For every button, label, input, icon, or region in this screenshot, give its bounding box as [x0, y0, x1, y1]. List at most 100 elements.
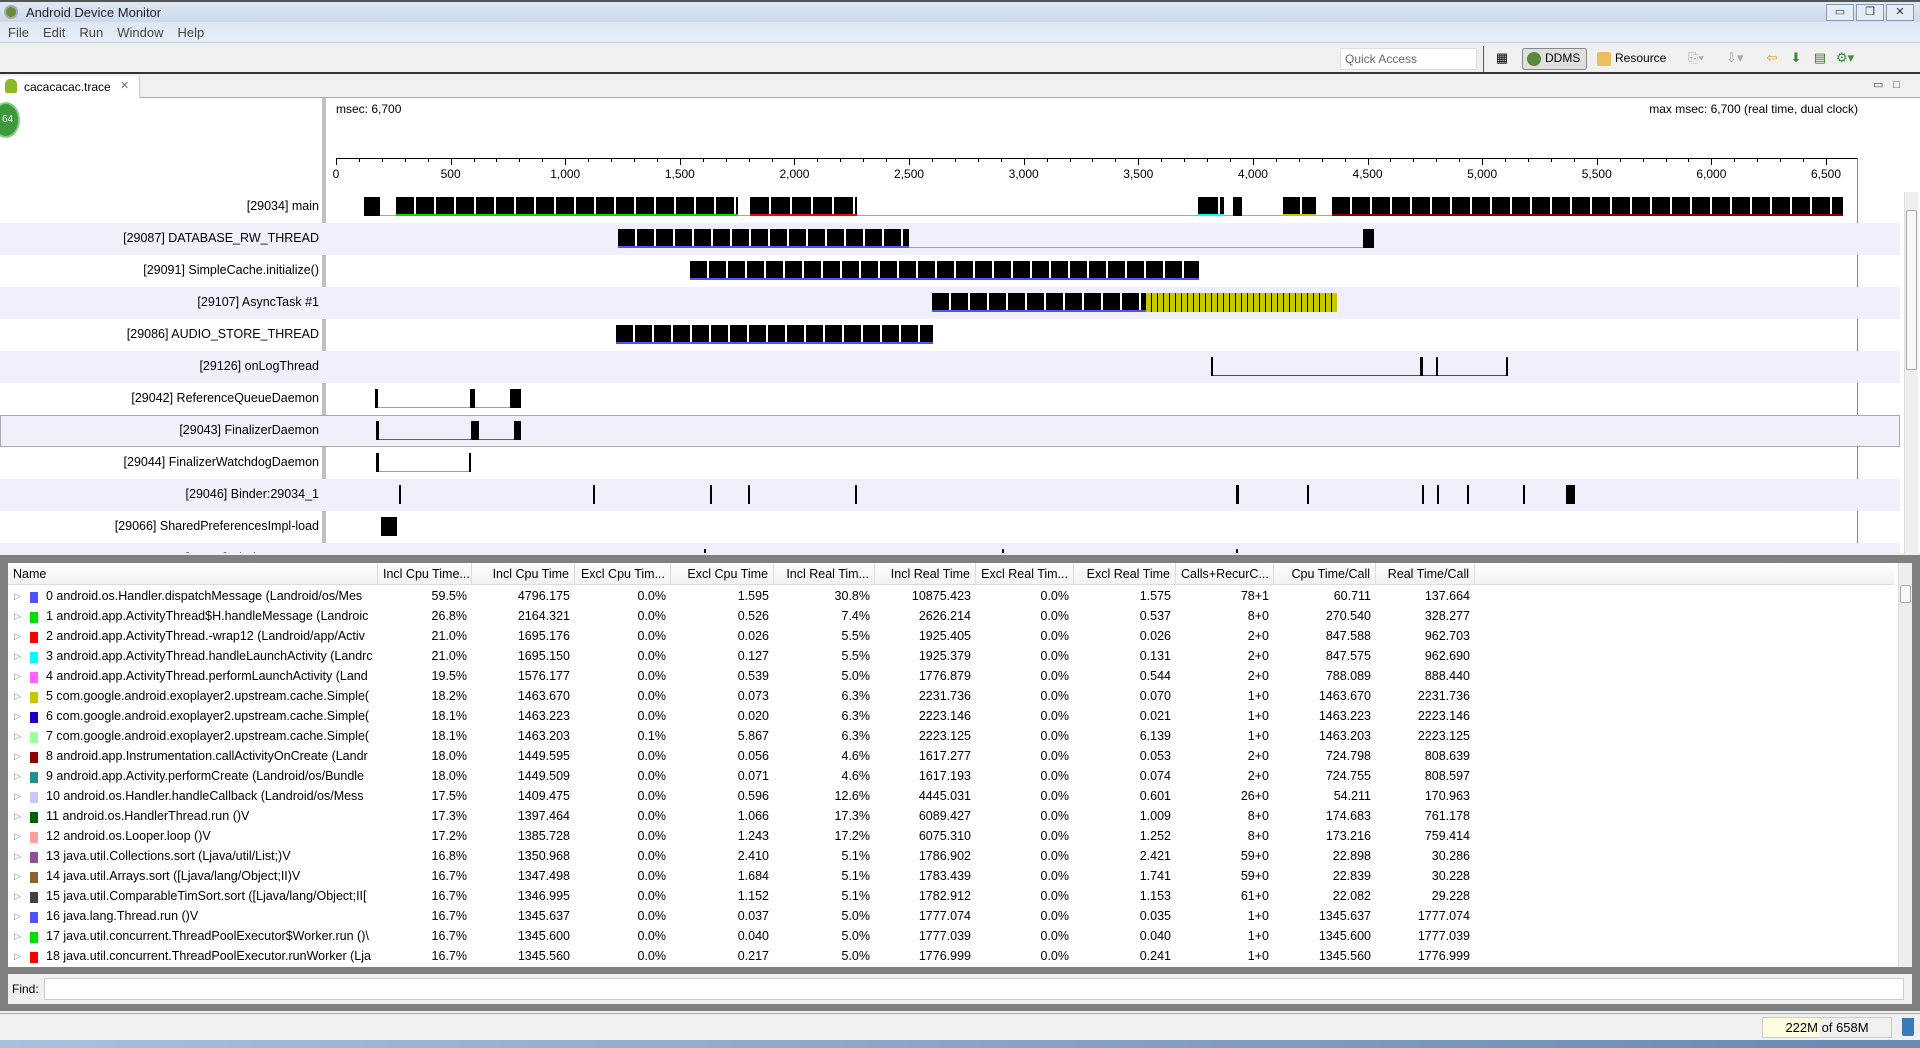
minimize-button[interactable]: ▭: [1826, 4, 1854, 21]
thread-segment[interactable]: [363, 197, 380, 216]
table-row[interactable]: ▷ 16 java.lang.Thread.run ()V 16.7% 1345.63…: [8, 906, 1894, 926]
thread-segment[interactable]: [618, 229, 909, 248]
table-row[interactable]: ▷ 0 android.os.Handler.dispatchMessage (L…: [8, 586, 1894, 606]
garbage-collect-icon[interactable]: [1902, 1018, 1914, 1036]
update-heap-icon[interactable]: ▤: [1812, 50, 1828, 66]
expand-arrow-icon[interactable]: ▷: [14, 671, 21, 682]
tab-trace-file[interactable]: cacacacac.trace ✕: [0, 76, 140, 98]
thread-segment[interactable]: [1506, 357, 1509, 376]
thread-segment[interactable]: [749, 197, 858, 216]
column-header[interactable]: Excl Real Time: [1074, 563, 1176, 585]
menu-help[interactable]: Help: [177, 25, 204, 40]
table-row[interactable]: ▷ 4 android.app.ActivityThread.performLau…: [8, 666, 1894, 686]
thread-segment[interactable]: [510, 389, 521, 408]
thread-segment[interactable]: [469, 389, 475, 408]
thread-segment[interactable]: [1197, 197, 1225, 216]
expand-arrow-icon[interactable]: ▷: [14, 611, 21, 622]
close-tab-icon[interactable]: ✕: [120, 79, 129, 92]
thread-segment[interactable]: [748, 485, 751, 504]
thread-row[interactable]: [29044] FinalizerWatchdogDaemon: [0, 447, 1900, 479]
thread-segment[interactable]: [1420, 357, 1423, 376]
table-row[interactable]: ▷ 1 android.app.ActivityThread$H.handleMe…: [8, 606, 1894, 626]
table-row[interactable]: ▷ 9 android.app.Activity.performCreate (L…: [8, 766, 1894, 786]
expand-arrow-icon[interactable]: ▷: [14, 591, 21, 602]
column-header[interactable]: Excl Cpu Time: [671, 563, 774, 585]
table-row[interactable]: ▷ 12 android.os.Looper.loop ()V 17.2% 1385.…: [8, 826, 1894, 846]
column-header[interactable]: Incl Cpu Time: [472, 563, 575, 585]
thread-segment[interactable]: [1283, 197, 1317, 216]
table-scrollbar[interactable]: [1898, 563, 1912, 967]
thread-segment[interactable]: [616, 325, 933, 344]
thread-segment[interactable]: [1306, 485, 1309, 504]
thread-segment[interactable]: [931, 293, 1147, 312]
time-axis[interactable]: 0 500 1,000 1,500 2,000 2,500 3,000 3,500 4,000 4…: [333, 158, 1858, 190]
thread-segment[interactable]: [1211, 357, 1214, 376]
thread-segment-yellow[interactable]: [1146, 293, 1338, 312]
column-header[interactable]: Incl Real Tim...: [774, 563, 875, 585]
column-header[interactable]: Incl Real Time: [875, 563, 976, 585]
expand-arrow-icon[interactable]: ▷: [14, 831, 21, 842]
thread-segment[interactable]: [395, 197, 739, 216]
column-header[interactable]: Excl Real Tim...: [976, 563, 1074, 585]
thread-row[interactable]: [29042] ReferenceQueueDaemon: [0, 383, 1900, 415]
thread-segment[interactable]: [376, 421, 380, 440]
back-icon[interactable]: ⇦: [1764, 50, 1780, 66]
thread-segment[interactable]: [703, 549, 706, 553]
expand-arrow-icon[interactable]: ▷: [14, 691, 21, 702]
thread-row[interactable]: [29034] main: [0, 191, 1900, 223]
table-row[interactable]: ▷ 5 com.google.android.exoplayer2.upstrea…: [8, 686, 1894, 706]
find-input[interactable]: [44, 978, 1904, 1000]
table-row[interactable]: ▷ 15 java.util.ComparableTimSort.sort ([L…: [8, 886, 1894, 906]
table-row[interactable]: ▷ 7 com.google.android.exoplayer2.upstrea…: [8, 726, 1894, 746]
thread-segment[interactable]: [710, 485, 713, 504]
menu-edit[interactable]: Edit: [43, 25, 65, 40]
expand-arrow-icon[interactable]: ▷: [14, 811, 21, 822]
thread-segment[interactable]: [1565, 485, 1575, 504]
expand-arrow-icon[interactable]: ▷: [14, 931, 21, 942]
restore-button[interactable]: ❐: [1856, 4, 1884, 21]
column-header[interactable]: Real Time/Call: [1376, 563, 1475, 585]
thread-segment[interactable]: [592, 485, 595, 504]
quick-access-input[interactable]: Quick Access: [1340, 48, 1477, 70]
expand-arrow-icon[interactable]: ▷: [14, 791, 21, 802]
perspective-resource[interactable]: Resource: [1592, 48, 1673, 70]
dump-hprof-icon[interactable]: ⬇: [1788, 50, 1804, 66]
thread-segment[interactable]: [1235, 485, 1240, 504]
thread-row[interactable]: [29086] AUDIO_STORE_THREAD: [0, 319, 1900, 351]
table-row[interactable]: ▷ 13 java.util.Collections.sort (Ljava/ut…: [8, 846, 1894, 866]
thread-segment[interactable]: [376, 453, 380, 472]
thread-row[interactable]: [29047] Binder:29034_2: [0, 543, 1900, 553]
minimize-maximize-icons[interactable]: ▭□: [1873, 78, 1910, 91]
thread-segment[interactable]: [513, 421, 521, 440]
table-row[interactable]: ▷ 8 android.app.Instrumentation.callActiv…: [8, 746, 1894, 766]
table-row[interactable]: ▷ 14 java.util.Arrays.sort ([Ljava/lang/O…: [8, 866, 1894, 886]
perspective-ddms[interactable]: DDMS: [1522, 48, 1588, 70]
thread-segment[interactable]: [854, 485, 857, 504]
thread-segment[interactable]: [1422, 485, 1425, 504]
thread-row[interactable]: [29107] AsyncTask #1: [0, 287, 1900, 319]
thread-row[interactable]: [29126] onLogThread: [0, 351, 1900, 383]
open-perspective-icon[interactable]: ▦: [1494, 50, 1510, 66]
expand-arrow-icon[interactable]: ▷: [14, 731, 21, 742]
scrollbar-thumb[interactable]: [1900, 585, 1911, 603]
expand-arrow-icon[interactable]: ▷: [14, 851, 21, 862]
expand-arrow-icon[interactable]: ▷: [14, 871, 21, 882]
expand-arrow-icon[interactable]: ▷: [14, 631, 21, 642]
thread-segment[interactable]: [468, 453, 471, 472]
expand-arrow-icon[interactable]: ▷: [14, 771, 21, 782]
thread-row[interactable]: [29087] DATABASE_RW_THREAD: [0, 223, 1900, 255]
expand-arrow-icon[interactable]: ▷: [14, 651, 21, 662]
expand-arrow-icon[interactable]: ▷: [14, 751, 21, 762]
expand-arrow-icon[interactable]: ▷: [14, 951, 21, 962]
thread-row[interactable]: [29046] Binder:29034_1: [0, 479, 1900, 511]
column-header[interactable]: Excl Cpu Tim...: [575, 563, 671, 585]
column-header[interactable]: Incl Cpu Time...: [378, 563, 472, 585]
thread-segment[interactable]: [471, 421, 480, 440]
thread-segment[interactable]: [1332, 197, 1843, 216]
table-row[interactable]: ▷ 11 android.os.HandlerThread.run ()V 17.3…: [8, 806, 1894, 826]
thread-segment[interactable]: [1437, 485, 1440, 504]
thread-segment[interactable]: [1233, 197, 1243, 216]
thread-segment[interactable]: [1235, 549, 1238, 553]
column-header[interactable]: Name: [8, 563, 378, 585]
step-icon[interactable]: ⇩▾: [1726, 50, 1743, 66]
